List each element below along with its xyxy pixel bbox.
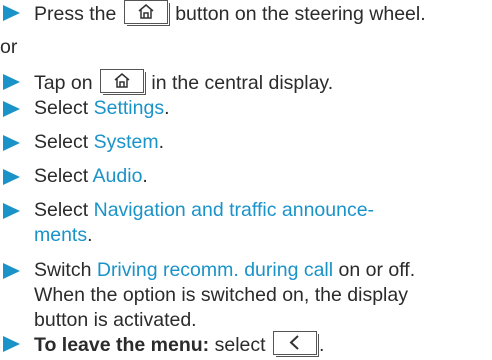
step-leave-menu: To leave the menu: select . (0, 331, 492, 358)
step-bold-text: To leave the menu: (34, 334, 210, 356)
audio-link[interactable]: Audio (93, 165, 143, 187)
bullet-arrow-icon (3, 263, 20, 279)
step-text: When the option is switched on, the disp… (34, 284, 408, 306)
step-text: . (87, 224, 93, 246)
step-text: . (142, 165, 148, 187)
step-press-home: Press the button on the steering wheel. (0, 0, 492, 27)
step-text: Switch (34, 259, 97, 281)
step-select-system: Select System. (0, 130, 492, 155)
home-icon (99, 69, 146, 95)
navigation-traffic-link-cont[interactable]: ments (34, 224, 87, 246)
bullet-arrow-icon (3, 169, 20, 185)
step-text: button is activated. (34, 309, 197, 331)
driving-recomm-link[interactable]: Driving recomm. during call (97, 259, 333, 281)
step-text: Select (34, 97, 94, 119)
or-label: or (0, 36, 18, 58)
system-link[interactable]: System (94, 131, 159, 153)
settings-link[interactable]: Settings (94, 97, 164, 119)
step-select-audio: Select Audio. (0, 164, 492, 189)
bullet-arrow-icon (3, 203, 20, 219)
step-text: in the central display. (145, 72, 334, 94)
step-text: Select (34, 131, 94, 153)
step-text: . (164, 97, 170, 119)
step-select-navigation: Select Navigation and traffic announce- … (0, 198, 492, 248)
step-text: Select (34, 165, 93, 187)
bullet-arrow-icon (3, 74, 20, 90)
bullet-arrow-icon (3, 5, 20, 21)
step-text: select (209, 334, 271, 356)
step-text: Select (34, 199, 94, 221)
step-tap-home: Tap on in the central display. (0, 69, 492, 96)
step-text: on or off. (333, 259, 416, 281)
step-text: . (158, 131, 165, 153)
step-select-settings: Select Settings. (0, 96, 492, 121)
step-text: Press the (34, 3, 117, 25)
step-text: Tap on (34, 72, 93, 94)
home-icon (123, 0, 170, 26)
step-text: . (318, 334, 325, 356)
step-switch-driving-recomm: Switch Driving recomm. during call on or… (0, 258, 492, 333)
bullet-arrow-icon (3, 135, 20, 151)
step-text: button on the steering wheel. (169, 3, 426, 25)
bullet-arrow-icon (3, 101, 20, 117)
back-icon (272, 331, 319, 357)
navigation-traffic-link[interactable]: Navigation and traffic announce- (94, 199, 374, 221)
bullet-arrow-icon (3, 336, 20, 352)
